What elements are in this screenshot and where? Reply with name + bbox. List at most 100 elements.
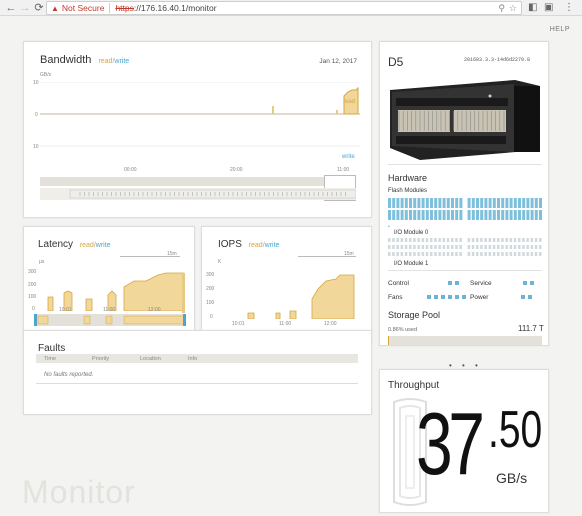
back-icon[interactable]: ← [5, 1, 17, 15]
status-dot [448, 295, 453, 299]
flash-module [442, 198, 446, 208]
status-dot [447, 281, 452, 285]
col-priority[interactable]: Priority [92, 356, 132, 362]
throughput-integer: 37 [416, 394, 485, 493]
latency-plot [47, 272, 185, 311]
bandwidth-unit: GB/s [40, 72, 52, 78]
io-port [526, 245, 529, 249]
ytick-bottom: 10 [33, 144, 39, 150]
write-series-label: write [342, 154, 355, 160]
url-text: ://176.16.40.1/monitor [133, 3, 217, 13]
page-watermark: Monitor [22, 474, 136, 510]
status-dot [528, 295, 533, 299]
io-port [455, 245, 458, 249]
bandwidth-card: Bandwidth read/write Jan 12, 2017 GB/s 1… [23, 41, 372, 218]
col-location[interactable]: Location [140, 356, 180, 362]
write-legend: write [95, 242, 111, 249]
read-area [247, 274, 355, 319]
io-port [492, 245, 496, 249]
io-port [526, 252, 529, 256]
xtick-2: 11:00 [337, 167, 350, 173]
col-info[interactable]: Info [188, 356, 228, 362]
xtick: 11:00 [103, 307, 116, 313]
latency-timeline[interactable] [34, 314, 186, 328]
io-port [421, 238, 425, 242]
ytick-mid: 0 [35, 112, 38, 118]
io-port [430, 252, 433, 256]
flash-module [518, 198, 521, 208]
io-port [421, 245, 425, 249]
io-port [400, 245, 404, 249]
flash-module [497, 210, 500, 220]
io-port [459, 252, 462, 256]
io-port [417, 252, 420, 256]
read-series-label: read [343, 99, 356, 105]
xtick: 12:00 [324, 321, 337, 327]
write-legend: write [264, 242, 280, 249]
flash-module [430, 210, 433, 220]
flash-modules-grid[interactable] [388, 198, 544, 222]
flash-module [497, 198, 500, 208]
flash-module [492, 210, 496, 220]
io-port [484, 252, 487, 256]
extension-icon[interactable]: ◧ [528, 2, 537, 13]
io-port [400, 238, 404, 242]
extension2-icon[interactable]: ▣ [544, 2, 553, 13]
xtick: 11:00 [279, 321, 292, 327]
reload-icon[interactable]: ⟳ [33, 1, 45, 15]
help-link[interactable]: HELP [550, 26, 570, 33]
bandwidth-plot [40, 82, 360, 147]
flash-module [434, 198, 438, 208]
iops-unit: K [218, 259, 222, 265]
io-module-0-grid[interactable] [388, 238, 544, 260]
menu-icon[interactable]: ⋮ [564, 2, 574, 13]
io-port [425, 245, 429, 249]
io-port [438, 238, 441, 242]
bandwidth-title-text: Bandwidth [40, 54, 92, 66]
address-bar[interactable]: ▲ Not Secure https ://176.16.40.1/monito… [46, 1, 522, 15]
warning-icon: ▲ [51, 3, 59, 13]
timeline-ticks[interactable] [40, 188, 356, 200]
bandwidth-date: Jan 12, 2017 [319, 58, 357, 65]
timeline-overview[interactable] [40, 177, 356, 186]
col-time[interactable]: Time [44, 356, 84, 362]
flash-module [488, 210, 492, 220]
power-text: Power [470, 294, 489, 301]
io-port [513, 252, 517, 256]
range-bar[interactable] [298, 256, 356, 257]
array-card: D5 201603.3.3-14d6d2279.8 Hardware Flash… [379, 41, 549, 346]
io-port [539, 245, 542, 249]
forward-icon[interactable]: → [19, 1, 31, 15]
io-port [505, 238, 508, 242]
io-port [497, 252, 500, 256]
io-port [434, 238, 437, 242]
io-port [488, 245, 492, 249]
ytick-top: 10 [33, 80, 39, 86]
flash-module [409, 198, 412, 208]
io-port [430, 238, 433, 242]
iops-plot [247, 274, 355, 319]
star-icon[interactable]: ☆ [509, 3, 517, 14]
io-port [505, 245, 508, 249]
io-port [392, 245, 395, 249]
flash-module [484, 198, 488, 208]
io-port [471, 245, 475, 249]
flash-module [417, 198, 421, 208]
io-port [476, 252, 479, 256]
scroll-handle[interactable] [182, 273, 185, 313]
io-port [434, 245, 437, 249]
zoom-icon[interactable]: ⚲ [498, 3, 505, 14]
io-port [513, 245, 517, 249]
io-port [396, 238, 399, 242]
flash-module [505, 210, 509, 220]
io-port [409, 252, 412, 256]
io-port [404, 245, 408, 249]
status-dot [521, 295, 526, 299]
flash-module [417, 210, 421, 220]
io-port [534, 252, 538, 256]
ytick: 300 [206, 272, 215, 278]
range-bar[interactable] [120, 256, 180, 257]
flash-module [501, 198, 505, 208]
io-port [404, 252, 408, 256]
io-port [446, 252, 450, 256]
